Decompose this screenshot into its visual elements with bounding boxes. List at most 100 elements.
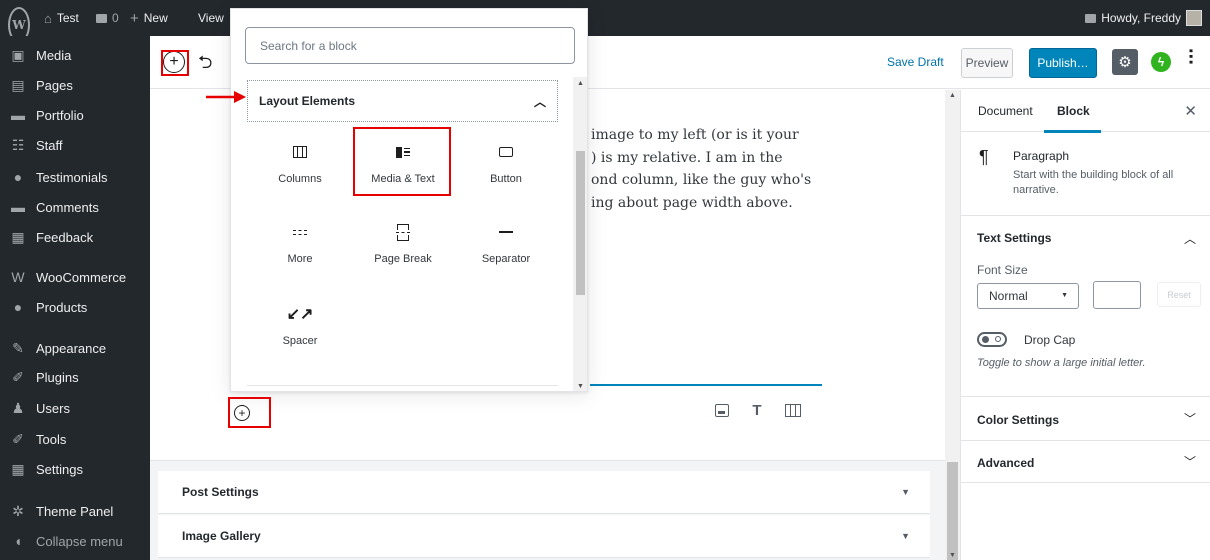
sidebar-item-products[interactable]: ● Products (0, 292, 150, 322)
divider (961, 396, 1210, 397)
close-icon[interactable]: ✕ (1184, 102, 1197, 120)
scroll-down-arrow-icon[interactable]: ▼ (949, 552, 956, 559)
new-content-link[interactable]: + New (130, 0, 168, 36)
block-button[interactable]: Button (459, 127, 553, 197)
site-name-link[interactable]: ⌂ Test (44, 0, 79, 36)
jetpack-icon[interactable]: ϟ (1151, 52, 1171, 72)
sidebar-item-comments[interactable]: ▬ Comments (0, 192, 150, 222)
scroll-up-arrow-icon[interactable]: ▲ (577, 80, 584, 87)
font-size-select[interactable]: Normal ▼ (977, 283, 1079, 309)
chevron-up-icon[interactable]: ︿ (1184, 230, 1196, 247)
sidebar-item-feedback[interactable]: ▦ Feedback (0, 222, 150, 252)
sidebar-item-settings[interactable]: ▦ Settings (0, 454, 150, 484)
sidebar-item-label: Settings (36, 461, 83, 477)
block-columns[interactable]: Columns (253, 127, 347, 197)
sidebar-item-label: Plugins (36, 369, 79, 385)
chevron-down-icon[interactable]: ﹀ (1184, 410, 1196, 427)
tab-block[interactable]: Block (1057, 104, 1090, 118)
comments-link[interactable]: 0 (96, 0, 119, 36)
comment-count: 0 (112, 11, 119, 25)
sidebar-item-tools[interactable]: ✐ Tools (0, 424, 150, 454)
caret-down-icon[interactable]: ▼ (901, 531, 910, 541)
sidebar-item-media[interactable]: ▣ Media (0, 40, 150, 70)
comments-icon: ▬ (11, 199, 25, 215)
sidebar-item-label: Testimonials (36, 169, 108, 185)
publish-button[interactable]: Publish… (1029, 48, 1097, 78)
preview-button[interactable]: Preview (961, 48, 1013, 78)
comment-bubble-icon (96, 13, 107, 23)
scroll-down-arrow-icon[interactable]: ▼ (577, 383, 584, 390)
content-scrollbar[interactable]: ▲ ▼ (945, 90, 960, 560)
new-label: New (143, 11, 168, 25)
sidebar-item-portfolio[interactable]: ▬ Portfolio (0, 100, 150, 130)
sidebar-item-users[interactable]: ♟ Users (0, 393, 150, 423)
more-icon (293, 229, 307, 235)
scroll-up-arrow-icon[interactable]: ▲ (949, 92, 956, 99)
heading-block-icon[interactable]: T (749, 402, 765, 419)
block-card: ¶ Paragraph Start with the building bloc… (961, 133, 1210, 216)
image-block-icon[interactable] (715, 403, 729, 417)
block-search-input[interactable] (245, 27, 575, 64)
sidebar-item-label: Appearance (36, 340, 107, 356)
sidebar-item-testimonials[interactable]: ● Testimonials (0, 162, 150, 192)
panel-color-settings[interactable]: Color Settings (977, 413, 1059, 427)
account-menu[interactable]: Howdy, Freddy (1085, 0, 1202, 36)
pages-icon: ▤ (11, 76, 25, 93)
scrollbar-thumb[interactable] (576, 151, 585, 295)
sidebar-item-appearance[interactable]: ✎ Appearance (0, 333, 150, 363)
sidebar-item-staff[interactable]: ☷ Staff (0, 130, 150, 160)
save-draft-link[interactable]: Save Draft (887, 55, 944, 69)
sidebar-item-pages[interactable]: ▤ Pages (0, 70, 150, 100)
plus-icon: + (130, 9, 139, 27)
font-size-label: Font Size (977, 263, 1028, 277)
tools-icon: ✐ (12, 430, 24, 447)
metabox-title: Image Gallery (182, 529, 261, 543)
drop-cap-toggle[interactable] (977, 332, 1007, 347)
sidebar-item-collapse-menu[interactable]: ◖ Collapse menu (0, 526, 150, 556)
block-more[interactable]: More (253, 207, 347, 277)
toggle-ring (995, 336, 1001, 342)
products-icon: ● (13, 299, 23, 315)
view-post-link[interactable]: View (198, 0, 224, 36)
custom-font-size-input[interactable] (1093, 281, 1141, 309)
panel-advanced[interactable]: Advanced (977, 456, 1034, 470)
tab-document[interactable]: Document (978, 104, 1033, 118)
highlight-box (161, 50, 189, 76)
paragraph-block[interactable]: image to my left (or is it your ) is my … (591, 124, 841, 214)
block-label: More (287, 253, 313, 265)
toggle-knob (982, 336, 989, 343)
divider (961, 482, 1210, 483)
testimonials-icon: ● (13, 169, 23, 185)
sidebar-item-theme-panel[interactable]: ✲ Theme Panel (0, 496, 150, 526)
layout-elements-panel-toggle[interactable]: Layout Elements ︿ (247, 80, 558, 122)
caret-down-icon[interactable]: ▼ (901, 487, 910, 497)
block-spacer[interactable]: ↙↗ Spacer (253, 289, 347, 359)
sidebar-item-label: WooCommerce (36, 269, 127, 285)
sidebar-item-label: Pages (36, 77, 73, 93)
more-options-icon[interactable]: ··· (1179, 48, 1201, 65)
undo-icon[interactable]: ⮌ (198, 50, 212, 80)
columns-block-icon[interactable] (785, 403, 801, 417)
admin-menu: ▣ Media ▤ Pages ▬ Portfolio ☷ Staff ● Testimonial… (0, 36, 150, 560)
notifications-icon[interactable] (1085, 13, 1097, 23)
paragraph-line: ) is my relative. I am in the (591, 149, 783, 166)
sidebar-item-woocommerce[interactable]: W WooCommerce (0, 262, 150, 292)
sidebar-item-label: Comments (36, 199, 99, 215)
chevron-up-icon: ︿ (533, 95, 546, 109)
block-card-description: Start with the building block of all nar… (1013, 169, 1174, 196)
block-separator[interactable]: Separator (459, 207, 553, 277)
block-inserter-popover: Layout Elements ︿ Columns Media & Text B… (230, 8, 588, 392)
admin-bar: W ⌂ Test 0 + New View Howdy, Freddy (0, 0, 1210, 43)
reset-button[interactable]: Reset (1157, 282, 1201, 307)
gear-icon[interactable]: ⚙ (1112, 49, 1138, 75)
metabox-image-gallery[interactable]: Image Gallery ▼ (158, 515, 930, 558)
scrollbar-thumb[interactable] (947, 462, 958, 560)
chevron-down-icon[interactable]: ﹀ (1184, 453, 1196, 470)
block-label: Columns (278, 173, 322, 185)
sidebar-item-plugins[interactable]: ✐ Plugins (0, 362, 150, 392)
block-page-break[interactable]: Page Break (356, 207, 450, 277)
panel-text-settings[interactable]: Text Settings (977, 231, 1051, 245)
inserter-scrollbar[interactable]: ▲ ▼ (573, 77, 587, 391)
view-label: View (198, 11, 224, 25)
metabox-post-settings[interactable]: Post Settings ▼ (158, 471, 930, 514)
